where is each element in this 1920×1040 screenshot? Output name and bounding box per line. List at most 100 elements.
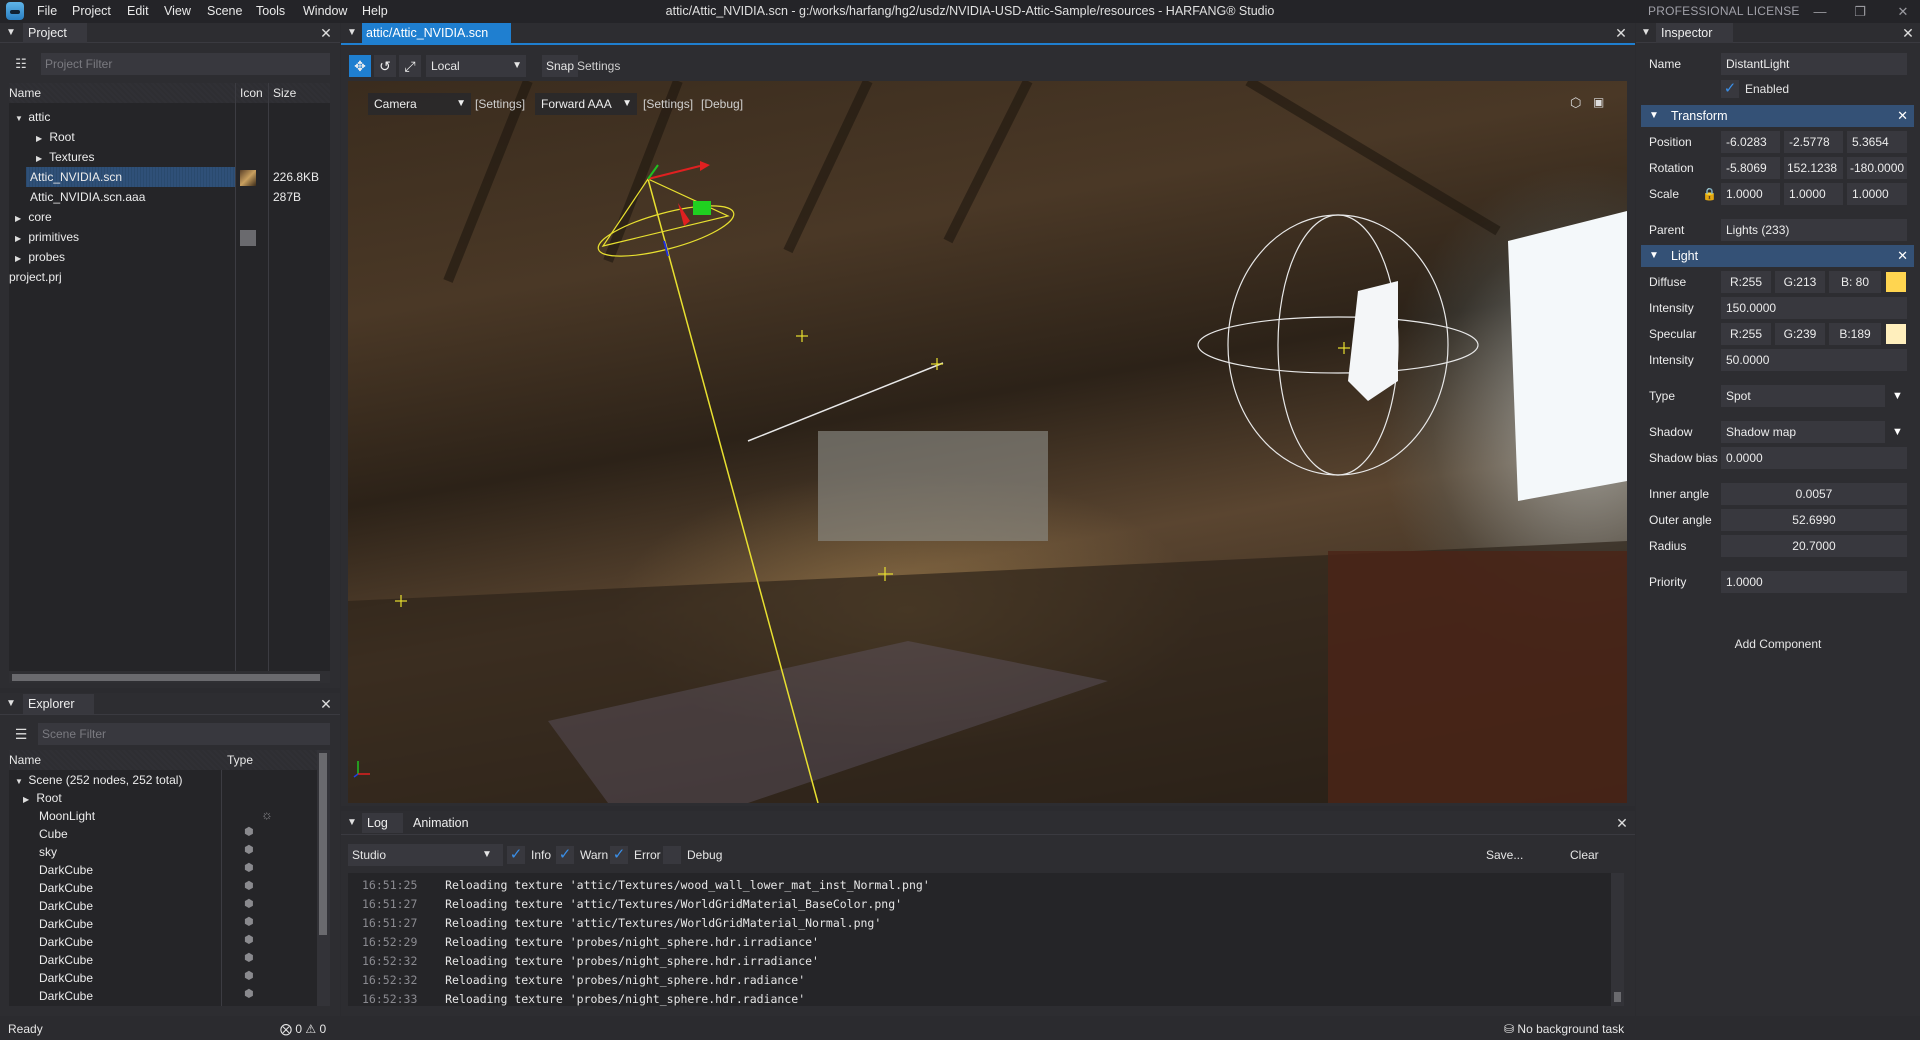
tab-explorer[interactable]: Explorer: [23, 694, 94, 714]
warn-checkbox[interactable]: ✓: [556, 846, 574, 864]
parent-field[interactable]: Lights (233): [1721, 219, 1907, 241]
tree-item-darkcube[interactable]: DarkCube: [39, 986, 93, 1006]
scene-filter-input[interactable]: Scene Filter: [38, 723, 330, 745]
error-count[interactable]: ⨂ 0 ⚠ 0: [280, 1018, 326, 1040]
debug-link[interactable]: [Debug]: [701, 93, 743, 115]
scrollbar-thumb[interactable]: [1614, 992, 1621, 1002]
specular-intensity-input[interactable]: 50.0000: [1721, 349, 1907, 371]
rotate-tool-button[interactable]: ↺: [374, 55, 396, 77]
close-panel-button[interactable]: ✕: [1900, 23, 1916, 43]
tab-animation[interactable]: Animation: [408, 813, 469, 833]
menu-window[interactable]: Window: [303, 0, 347, 23]
tab-inspector[interactable]: Inspector: [1656, 23, 1733, 43]
horizontal-scrollbar[interactable]: [9, 671, 330, 683]
light-type-dropdown[interactable]: Spot: [1721, 385, 1885, 407]
scrollbar-thumb[interactable]: [12, 674, 320, 681]
clear-log-button[interactable]: Clear: [1570, 844, 1599, 866]
tree-item-darkcube[interactable]: DarkCube: [39, 860, 93, 880]
menu-help[interactable]: Help: [362, 0, 388, 23]
screenshot-camera-icon[interactable]: ▣: [1593, 95, 1607, 111]
save-log-button[interactable]: Save...: [1486, 844, 1523, 866]
close-panel-button[interactable]: ✕: [1614, 813, 1630, 833]
dropdown-arrow-icon[interactable]: ▼: [1892, 421, 1903, 443]
filter-settings-icon[interactable]: ☰: [11, 723, 31, 745]
menu-scene[interactable]: Scene: [207, 0, 242, 23]
tab-project[interactable]: Project: [23, 23, 87, 43]
collapse-icon[interactable]: ▼: [4, 694, 18, 714]
collapse-icon[interactable]: ▼: [1639, 23, 1653, 43]
diffuse-color-swatch[interactable]: [1886, 272, 1906, 292]
tree-item-darkcube[interactable]: DarkCube: [39, 968, 93, 988]
specular-color-swatch[interactable]: [1886, 324, 1906, 344]
tree-item-probes[interactable]: ▶ probes: [15, 247, 235, 267]
inner-angle-slider[interactable]: 0.0057: [1721, 483, 1907, 505]
column-name[interactable]: Name: [9, 83, 41, 103]
error-checkbox[interactable]: ✓: [610, 846, 628, 864]
menu-project[interactable]: Project: [72, 0, 111, 23]
collapse-icon[interactable]: ▼: [345, 23, 359, 43]
column-name[interactable]: Name: [9, 750, 41, 770]
remove-component-icon[interactable]: ✕: [1897, 105, 1908, 127]
position-z-input[interactable]: 5.3654: [1847, 131, 1907, 153]
vertical-scrollbar[interactable]: [317, 750, 330, 1006]
info-checkbox[interactable]: ✓: [507, 846, 525, 864]
scrollbar-thumb[interactable]: [319, 753, 327, 935]
close-window-button[interactable]: ✕: [1889, 0, 1917, 23]
scale-z-input[interactable]: 1.0000: [1847, 183, 1907, 205]
transform-section-header[interactable]: ▼ Transform ✕: [1641, 105, 1914, 127]
tree-item-darkcube[interactable]: DarkCube: [39, 932, 93, 952]
column-type[interactable]: Type: [227, 750, 253, 770]
pipeline-dropdown[interactable]: Forward AAA ▼: [535, 93, 637, 115]
close-panel-button[interactable]: ✕: [318, 23, 334, 43]
3d-viewport[interactable]: Camera ▼ [Settings] Forward AAA ▼ [Setti…: [348, 81, 1627, 803]
rotation-x-input[interactable]: -5.8069: [1721, 157, 1780, 179]
tree-item-attic-nvidia-scn-aaa[interactable]: Attic_NVIDIA.scn.aaa: [30, 187, 230, 207]
scale-x-input[interactable]: 1.0000: [1721, 183, 1780, 205]
position-x-input[interactable]: -6.0283: [1721, 131, 1780, 153]
tree-item-darkcube[interactable]: DarkCube: [39, 896, 93, 916]
snap-settings-link[interactable]: Settings: [577, 55, 620, 77]
menu-edit[interactable]: Edit: [127, 0, 149, 23]
diffuse-g-input[interactable]: G:213: [1775, 271, 1825, 293]
dropdown-arrow-icon[interactable]: ▼: [1892, 385, 1903, 407]
tree-item-core[interactable]: ▶ core: [15, 207, 235, 227]
minimize-button[interactable]: —: [1806, 0, 1834, 23]
light-section-header[interactable]: ▼ Light ✕: [1641, 245, 1914, 267]
tree-item-root[interactable]: ▶ Root: [36, 127, 236, 147]
tree-item-darkcube[interactable]: DarkCube: [39, 914, 93, 934]
diffuse-intensity-input[interactable]: 150.0000: [1721, 297, 1907, 319]
lock-icon[interactable]: 🔒: [1702, 183, 1717, 205]
scale-y-input[interactable]: 1.0000: [1784, 183, 1843, 205]
specular-g-input[interactable]: G:239: [1775, 323, 1825, 345]
log-source-dropdown[interactable]: Studio: [348, 844, 503, 866]
camera-settings-link[interactable]: [Settings]: [475, 93, 525, 115]
view-cube-icon[interactable]: ⬡: [1570, 95, 1584, 111]
specular-r-input[interactable]: R:255: [1721, 323, 1771, 345]
camera-dropdown[interactable]: Camera ▼: [368, 93, 471, 115]
pipeline-settings-link[interactable]: [Settings]: [643, 93, 693, 115]
name-input[interactable]: DistantLight: [1721, 53, 1907, 75]
enabled-checkbox[interactable]: ✓: [1721, 80, 1739, 98]
restore-button[interactable]: ❐: [1846, 0, 1874, 23]
tree-item-scene[interactable]: ▼ Scene (252 nodes, 252 total): [15, 770, 182, 790]
tree-item-moonlight[interactable]: MoonLight: [39, 806, 95, 826]
close-panel-button[interactable]: ✕: [1613, 23, 1629, 43]
priority-input[interactable]: 1.0000: [1721, 571, 1907, 593]
collapse-icon[interactable]: ▼: [4, 23, 18, 43]
close-panel-button[interactable]: ✕: [318, 694, 334, 714]
tree-item-root[interactable]: ▶ Root: [23, 788, 62, 808]
remove-component-icon[interactable]: ✕: [1897, 245, 1908, 267]
scale-tool-button[interactable]: ⤢: [399, 55, 421, 77]
dropdown-arrow-icon[interactable]: ▼: [482, 844, 492, 866]
tree-item-darkcube[interactable]: DarkCube: [39, 878, 93, 898]
tree-item-primitives[interactable]: ▶ primitives: [15, 227, 235, 247]
tree-item-attic[interactable]: ▼ attic: [15, 107, 235, 127]
rotation-z-input[interactable]: -180.0000: [1847, 157, 1907, 179]
shadow-dropdown[interactable]: Shadow map: [1721, 421, 1885, 443]
translate-tool-button[interactable]: ✥: [349, 55, 371, 77]
radius-slider[interactable]: 20.7000: [1721, 535, 1907, 557]
menu-file[interactable]: File: [37, 0, 57, 23]
log-scrollbar[interactable]: [1611, 873, 1624, 1006]
add-component-button[interactable]: Add Component: [1636, 633, 1920, 655]
specular-b-input[interactable]: B:189: [1829, 323, 1881, 345]
